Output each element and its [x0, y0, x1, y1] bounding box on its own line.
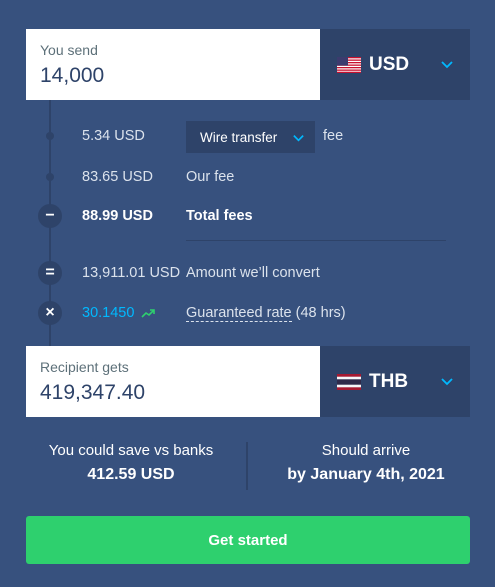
send-amount-field: You send USD: [26, 29, 470, 100]
equals-icon: =: [38, 261, 62, 285]
get-started-button[interactable]: Get started: [26, 516, 470, 564]
receive-currency-select[interactable]: THB: [320, 346, 470, 417]
stats-divider: [246, 442, 248, 490]
exchange-rate: 30.1450: [82, 305, 156, 321]
total-fees-amount: 88.99 USD: [82, 208, 153, 224]
send-currency-select[interactable]: USD: [320, 29, 470, 100]
convert-amount: 13,911.01 USD: [82, 265, 181, 281]
send-input-box[interactable]: You send: [26, 29, 320, 100]
guaranteed-rate: Guaranteed rate (48 hrs): [186, 305, 346, 322]
receive-label: Recipient gets: [40, 359, 129, 375]
th-flag-icon: [337, 373, 361, 390]
total-fees-label: Total fees: [186, 208, 253, 224]
timeline-dot: [46, 132, 54, 140]
transfer-method-label: Wire transfer: [200, 129, 278, 145]
receive-amount-field: Recipient gets THB: [26, 346, 470, 417]
summary-stats: You could save vs banks 412.59 USD Shoul…: [0, 442, 495, 492]
chevron-down-icon: [441, 60, 453, 68]
receive-currency-code: THB: [369, 370, 409, 392]
us-flag-icon: [337, 56, 361, 73]
timeline-dot: [46, 173, 54, 181]
transfer-fee-amount: 5.34 USD: [82, 128, 145, 144]
send-currency-code: USD: [369, 53, 410, 75]
our-fee-label: Our fee: [186, 169, 235, 185]
savings-value: 412.59 USD: [87, 466, 175, 483]
savings-stat: You could save vs banks 412.59 USD: [30, 442, 232, 484]
rate-duration: (48 hrs): [291, 305, 346, 321]
send-amount-input[interactable]: [40, 64, 306, 88]
arrival-stat: Should arrive by January 4th, 2021: [262, 442, 470, 484]
arrival-label: Should arrive: [321, 442, 411, 459]
savings-label: You could save vs banks: [48, 442, 214, 459]
our-fee-amount: 83.65 USD: [82, 169, 153, 185]
minus-icon: −: [38, 204, 62, 228]
convert-label: Amount we’ll convert: [186, 265, 320, 281]
fee-word: fee: [323, 128, 344, 144]
arrival-value: by January 4th, 2021: [287, 466, 445, 483]
trend-up-icon: [141, 309, 156, 318]
receive-input-box[interactable]: Recipient gets: [26, 346, 320, 417]
exchange-rate-value: 30.1450: [82, 305, 135, 321]
chevron-down-icon: [441, 377, 453, 385]
guaranteed-rate-link[interactable]: Guaranteed rate: [186, 305, 292, 322]
receive-amount-input[interactable]: [40, 381, 306, 405]
chevron-down-icon: [293, 135, 304, 142]
transfer-method-select[interactable]: Wire transfer: [186, 121, 315, 153]
multiply-icon: ×: [38, 301, 62, 325]
divider: [186, 240, 446, 241]
send-label: You send: [40, 42, 98, 58]
